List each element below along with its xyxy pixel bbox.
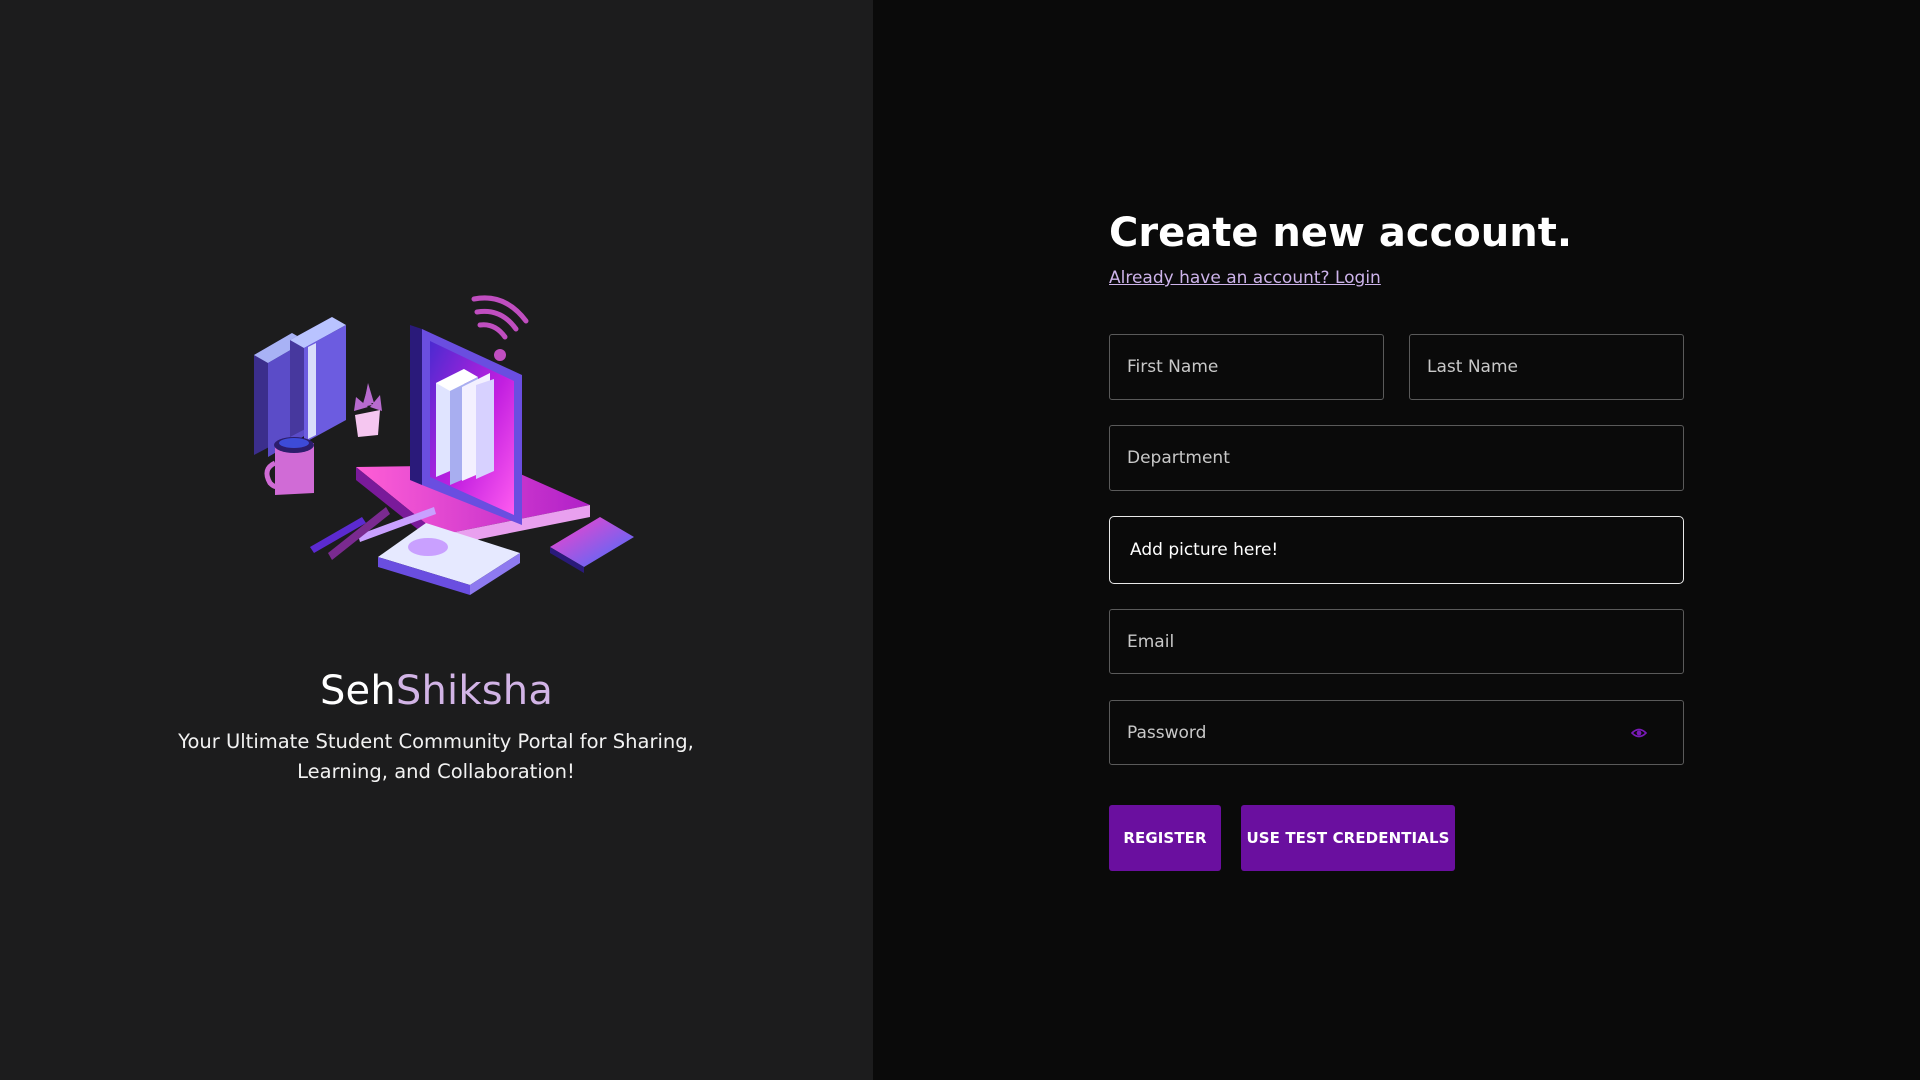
register-button[interactable]: REGISTER — [1109, 805, 1221, 871]
use-test-credentials-button[interactable]: USE TEST CREDENTIALS — [1241, 805, 1455, 871]
login-link[interactable]: Already have an account? Login — [1109, 268, 1381, 288]
eye-icon[interactable] — [1631, 727, 1647, 739]
email-field[interactable]: Email — [1109, 609, 1684, 674]
brand-name-part1: Seh — [319, 668, 396, 714]
picture-upload-field[interactable]: Add picture here! — [1109, 516, 1684, 584]
password-field[interactable]: Password — [1109, 700, 1684, 765]
brand-name: SehShiksha — [0, 668, 873, 714]
password-label: Password — [1127, 722, 1207, 743]
brand-name-part2: Shiksha — [395, 668, 554, 714]
email-label: Email — [1127, 631, 1175, 652]
study-desk-illustration — [254, 295, 634, 595]
department-field[interactable]: Department — [1109, 425, 1684, 491]
first-name-field[interactable]: First Name — [1109, 334, 1384, 400]
tagline: Your Ultimate Student Community Portal f… — [178, 730, 694, 783]
last-name-label: Last Name — [1427, 357, 1518, 377]
picture-upload-label: Add picture here! — [1130, 540, 1279, 560]
first-name-label: First Name — [1127, 357, 1219, 377]
last-name-field[interactable]: Last Name — [1409, 334, 1684, 400]
department-label: Department — [1127, 448, 1230, 468]
page-title: Create new account. — [1109, 210, 1573, 256]
